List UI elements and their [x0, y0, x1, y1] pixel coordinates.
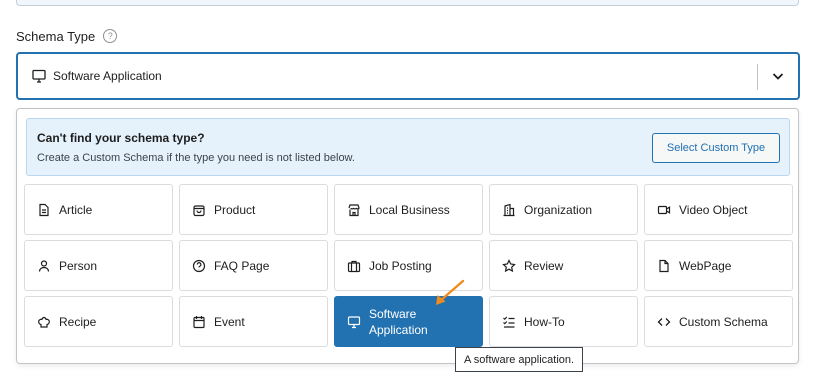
schema-tile-label: Video Object	[679, 202, 748, 217]
schema-tile-video-object[interactable]: Video Object	[644, 184, 793, 235]
schema-tile-webpage[interactable]: WebPage	[644, 240, 793, 291]
schema-type-label: Schema Type ?	[16, 27, 118, 45]
schema-tile-label: Custom Schema	[679, 314, 768, 329]
schema-tile-organization[interactable]: Organization	[489, 184, 638, 235]
schema-tile-label: Person	[59, 258, 98, 273]
schema-type-grid: Article Product Local Business Organizat…	[24, 184, 793, 347]
custom-schema-notice: Can't find your schema type? Create a Cu…	[26, 118, 790, 176]
schema-tile-event[interactable]: Event	[179, 296, 328, 347]
select-value: Software Application	[53, 69, 162, 83]
previous-panel	[16, 0, 799, 6]
schema-tile-label: Event	[214, 314, 245, 329]
schema-tile-label: Organization	[524, 202, 593, 217]
store-icon	[347, 203, 361, 217]
notice-title: Can't find your schema type?	[37, 131, 205, 145]
schema-type-dropdown: Can't find your schema type? Create a Cu…	[16, 108, 799, 364]
schema-tile-label: Local Business	[369, 202, 450, 217]
schema-tile-faq-page[interactable]: FAQ Page	[179, 240, 328, 291]
document-icon	[37, 203, 51, 217]
schema-tile-label: Job Posting	[369, 258, 432, 273]
schema-tile-label: WebPage	[679, 258, 732, 273]
select-custom-type-button[interactable]: Select Custom Type	[652, 133, 780, 163]
schema-tile-article[interactable]: Article	[24, 184, 173, 235]
schema-tile-recipe[interactable]: Recipe	[24, 296, 173, 347]
schema-tile-custom-schema[interactable]: Custom Schema	[644, 296, 793, 347]
schema-tile-label: FAQ Page	[214, 258, 270, 273]
schema-tile-person[interactable]: Person	[24, 240, 173, 291]
schema-tile-product[interactable]: Product	[179, 184, 328, 235]
schema-tile-local-business[interactable]: Local Business	[334, 184, 483, 235]
tooltip: A software application.	[455, 347, 584, 372]
schema-tile-label: Article	[59, 202, 93, 217]
schema-type-label-text: Schema Type	[16, 28, 96, 44]
help-icon[interactable]: ?	[103, 29, 118, 43]
select-divider	[757, 64, 758, 90]
briefcase-icon	[347, 259, 361, 273]
chevron-down-icon[interactable]	[770, 68, 786, 84]
building-icon	[502, 203, 516, 217]
calendar-icon	[192, 315, 206, 329]
schema-tile-label: How-To	[524, 314, 565, 329]
schema-tile-label: Recipe	[59, 314, 97, 329]
star-icon	[502, 258, 516, 273]
schema-tile-how-to[interactable]: How-To	[489, 296, 638, 347]
monitor-icon	[31, 68, 47, 84]
person-icon	[37, 259, 51, 273]
monitor-icon	[347, 315, 361, 329]
notice-description: Create a Custom Schema if the type you n…	[37, 152, 355, 164]
checklist-icon	[502, 315, 516, 329]
bag-icon	[192, 203, 206, 217]
chef-hat-icon	[37, 315, 51, 329]
schema-tile-review[interactable]: Review	[489, 240, 638, 291]
question-icon	[192, 259, 206, 273]
schema-tile-label: Software Application	[369, 306, 428, 337]
schema-tile-label: Product	[214, 202, 256, 217]
video-icon	[657, 203, 671, 217]
code-icon	[657, 315, 671, 329]
annotation-arrow-icon	[436, 279, 465, 305]
schema-type-select[interactable]: Software Application	[16, 52, 800, 100]
schema-tile-label: Review	[524, 258, 564, 273]
page-icon	[657, 259, 671, 273]
